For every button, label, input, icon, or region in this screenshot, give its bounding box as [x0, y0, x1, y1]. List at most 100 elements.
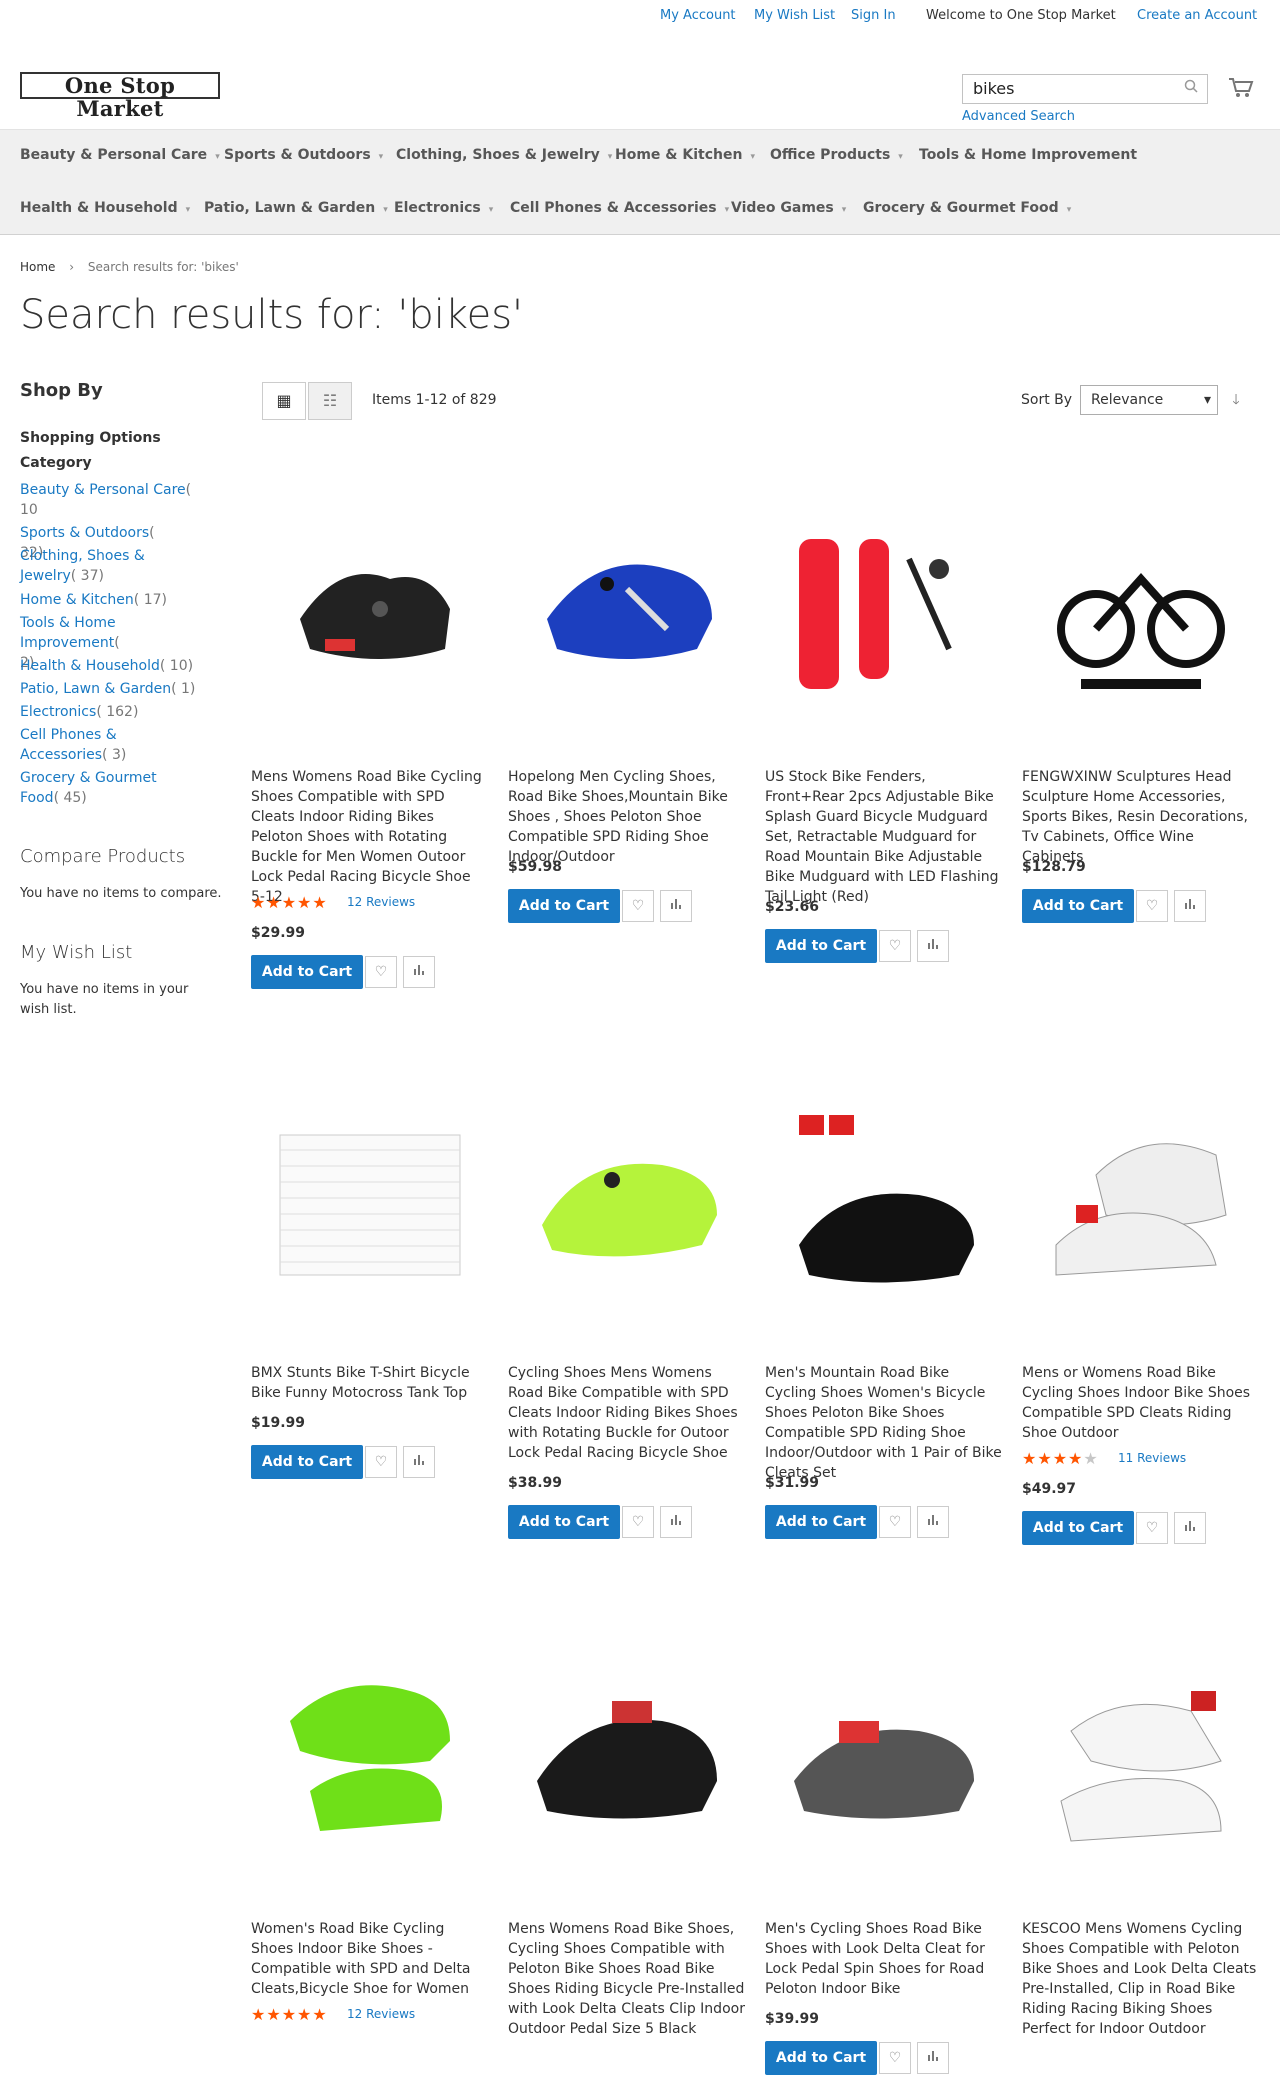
category-label[interactable]: Tools & Home Improvement — [20, 615, 116, 651]
compare-chart-icon[interactable] — [660, 1506, 692, 1538]
heart-icon[interactable]: ♡ — [1136, 1512, 1168, 1544]
product-name[interactable]: Men's Cycling Shoes Road Bike Shoes with… — [765, 1919, 1002, 1999]
heart-icon[interactable]: ♡ — [879, 930, 911, 962]
search-icon[interactable] — [1180, 78, 1202, 100]
nav-item-home-kitchen[interactable]: Home & Kitchen ▾ — [603, 130, 755, 180]
product-image[interactable] — [508, 1057, 745, 1353]
reviews-link[interactable]: 11 Reviews — [1118, 1451, 1186, 1465]
category-item[interactable]: Health & Household( 10) — [20, 656, 205, 676]
category-filter-title[interactable]: Category — [20, 455, 92, 471]
category-label[interactable]: Electronics — [20, 704, 96, 720]
my-wish-list-link[interactable]: My Wish List — [754, 8, 835, 23]
product-name[interactable]: Mens or Womens Road Bike Cycling Shoes I… — [1022, 1363, 1259, 1443]
search-input[interactable]: bikes — [962, 74, 1208, 104]
heart-icon[interactable]: ♡ — [622, 890, 654, 922]
nav-item-office[interactable]: Office Products ▾ — [758, 130, 903, 180]
product-image[interactable] — [251, 1613, 488, 1909]
product-image[interactable] — [765, 1057, 1002, 1353]
product-image[interactable] — [251, 461, 488, 757]
category-label[interactable]: Beauty & Personal Care — [20, 482, 186, 498]
product-image[interactable] — [765, 1613, 1002, 1909]
heart-icon[interactable]: ♡ — [879, 2042, 911, 2074]
nav-item-health[interactable]: Health & Household ▾ — [8, 183, 190, 233]
nav-item-clothing[interactable]: Clothing, Shoes & Jewelry ▾ — [384, 130, 612, 180]
product-image[interactable] — [508, 461, 745, 757]
compare-chart-icon[interactable] — [917, 1506, 949, 1538]
compare-chart-icon[interactable] — [403, 1446, 435, 1478]
category-item[interactable]: Patio, Lawn & Garden( 1) — [20, 679, 205, 699]
add-to-cart-button[interactable]: Add to Cart — [508, 1505, 620, 1539]
add-to-cart-button[interactable]: Add to Cart — [508, 889, 620, 923]
add-to-cart-button[interactable]: Add to Cart — [1022, 1511, 1134, 1545]
sort-by-select[interactable]: Relevance — [1080, 385, 1218, 415]
category-label[interactable]: Sports & Outdoors — [20, 525, 149, 541]
product-name[interactable]: Hopelong Men Cycling Shoes, Road Bike Sh… — [508, 767, 745, 867]
category-label[interactable]: Home & Kitchen — [20, 592, 134, 608]
nav-item-patio[interactable]: Patio, Lawn & Garden ▾ — [192, 183, 388, 233]
product-image[interactable] — [1022, 1613, 1259, 1909]
product-image[interactable] — [1022, 461, 1259, 757]
heart-icon[interactable]: ♡ — [365, 1446, 397, 1478]
compare-chart-icon[interactable] — [917, 930, 949, 962]
create-account-link[interactable]: Create an Account — [1137, 8, 1257, 23]
bike-sculpture-image — [1056, 573, 1225, 689]
compare-empty-text: You have no items to compare. — [20, 886, 222, 901]
product-name[interactable]: BMX Stunts Bike T-Shirt Bicycle Bike Fun… — [251, 1363, 488, 1403]
product-name[interactable]: Women's Road Bike Cycling Shoes Indoor B… — [251, 1919, 488, 1999]
product-image[interactable] — [251, 1057, 488, 1353]
category-label[interactable]: Patio, Lawn & Garden — [20, 681, 171, 697]
heart-icon[interactable]: ♡ — [1136, 890, 1168, 922]
category-item[interactable]: Grocery & Gourmet Food( 45) — [20, 768, 200, 808]
category-label[interactable]: Grocery & Gourmet Food — [20, 770, 157, 806]
logo[interactable]: One Stop Market — [20, 72, 220, 120]
nav-item-cell-phones[interactable]: Cell Phones & Accessories ▾ — [498, 183, 729, 233]
product-name[interactable]: Men's Mountain Road Bike Cycling Shoes W… — [765, 1363, 1002, 1483]
product-image[interactable] — [1022, 1057, 1259, 1353]
compare-chart-icon[interactable] — [917, 2042, 949, 2074]
nav-item-video-games[interactable]: Video Games ▾ — [719, 183, 846, 233]
cart-icon[interactable] — [1226, 72, 1256, 102]
nav-item-beauty[interactable]: Beauty & Personal Care ▾ — [8, 130, 220, 180]
rating-stars: ★★★★★ — [251, 2005, 328, 2024]
nav-item-grocery[interactable]: Grocery & Gourmet Food ▾ — [851, 183, 1071, 233]
product-name[interactable]: FENGWXINW Sculptures Head Sculpture Home… — [1022, 767, 1259, 867]
product-name[interactable]: KESCOO Mens Womens Cycling Shoes Compati… — [1022, 1919, 1259, 2039]
product-name[interactable]: Mens Womens Road Bike Cycling Shoes Comp… — [251, 767, 488, 907]
heart-icon[interactable]: ♡ — [879, 1506, 911, 1538]
reviews-link[interactable]: 12 Reviews — [347, 895, 415, 909]
sign-in-link[interactable]: Sign In — [851, 8, 896, 23]
category-item[interactable]: Home & Kitchen( 17) — [20, 590, 200, 610]
breadcrumb-home[interactable]: Home — [20, 260, 55, 274]
grid-mode-icon[interactable]: ▦ — [262, 382, 306, 420]
compare-chart-icon[interactable] — [1174, 890, 1206, 922]
category-label[interactable]: Health & Household — [20, 658, 160, 674]
add-to-cart-button[interactable]: Add to Cart — [251, 955, 363, 989]
sort-direction-arrow-down-icon[interactable]: 🡓 — [1224, 387, 1248, 413]
add-to-cart-button[interactable]: Add to Cart — [765, 929, 877, 963]
product-image[interactable] — [508, 1613, 745, 1909]
add-to-cart-button[interactable]: Add to Cart — [1022, 889, 1134, 923]
heart-icon[interactable]: ♡ — [365, 956, 397, 988]
nav-item-tools[interactable]: Tools & Home Improvement — [907, 130, 1137, 180]
category-item[interactable]: Clothing, Shoes & Jewelry( 37) — [20, 546, 195, 586]
heart-icon[interactable]: ♡ — [622, 1506, 654, 1538]
product-name[interactable]: Cycling Shoes Mens Womens Road Bike Comp… — [508, 1363, 745, 1463]
nav-item-sports[interactable]: Sports & Outdoors ▾ — [212, 130, 383, 180]
compare-chart-icon[interactable] — [660, 890, 692, 922]
product-name[interactable]: Mens Womens Road Bike Shoes, Cycling Sho… — [508, 1919, 745, 2039]
category-item[interactable]: Electronics( 162) — [20, 702, 205, 722]
compare-chart-icon[interactable] — [1174, 1512, 1206, 1544]
my-account-link[interactable]: My Account — [660, 8, 736, 23]
category-item[interactable]: Cell Phones & Accessories( 3) — [20, 725, 200, 765]
add-to-cart-button[interactable]: Add to Cart — [251, 1445, 363, 1479]
product-name[interactable]: US Stock Bike Fenders, Front+Rear 2pcs A… — [765, 767, 1002, 907]
product-image[interactable] — [765, 461, 1002, 757]
reviews-link[interactable]: 12 Reviews — [347, 2007, 415, 2021]
add-to-cart-button[interactable]: Add to Cart — [765, 2041, 877, 2075]
add-to-cart-button[interactable]: Add to Cart — [765, 1505, 877, 1539]
list-mode-icon[interactable]: ☷ — [308, 382, 352, 420]
nav-item-electronics[interactable]: Electronics ▾ — [382, 183, 493, 233]
advanced-search-link[interactable]: Advanced Search — [962, 109, 1075, 124]
compare-chart-icon[interactable] — [403, 956, 435, 988]
category-item[interactable]: Beauty & Personal Care( 10 — [20, 480, 205, 520]
